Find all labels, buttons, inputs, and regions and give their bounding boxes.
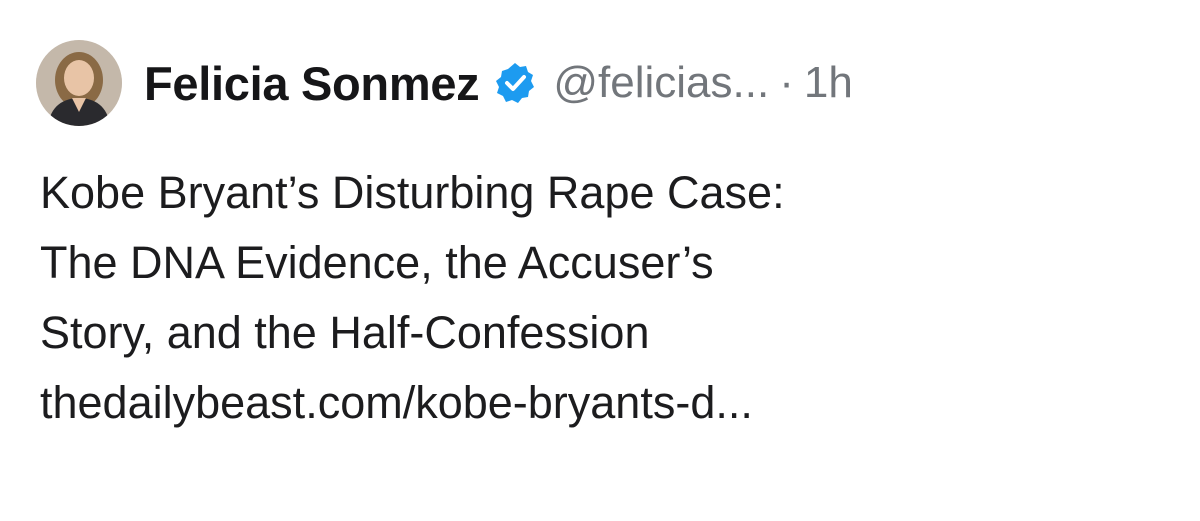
- meta-separator: ·: [779, 58, 794, 107]
- tweet-text-line: The DNA Evidence, the Accuser’s: [40, 237, 714, 288]
- author-display-name[interactable]: Felicia Sonmez: [144, 56, 480, 111]
- avatar-photo: [36, 40, 122, 126]
- author-handle[interactable]: @felicias...: [553, 58, 769, 108]
- avatar[interactable]: [36, 40, 122, 126]
- tweet-card[interactable]: Felicia Sonmez @felicias... · 1h Kobe Br…: [0, 0, 1200, 521]
- verified-badge-icon: [493, 61, 537, 105]
- tweet-text: Kobe Bryant’s Disturbing Rape Case: The …: [40, 158, 1170, 438]
- tweet-text-line: Kobe Bryant’s Disturbing Rape Case:: [40, 167, 785, 218]
- tweet-header: Felicia Sonmez @felicias... · 1h: [36, 38, 853, 128]
- tweet-link[interactable]: thedailybeast.com/kobe-bryants-d...: [40, 368, 1170, 438]
- tweet-text-line: Story, and the Half-Confession: [40, 307, 650, 358]
- tweet-timestamp[interactable]: 1h: [804, 58, 853, 108]
